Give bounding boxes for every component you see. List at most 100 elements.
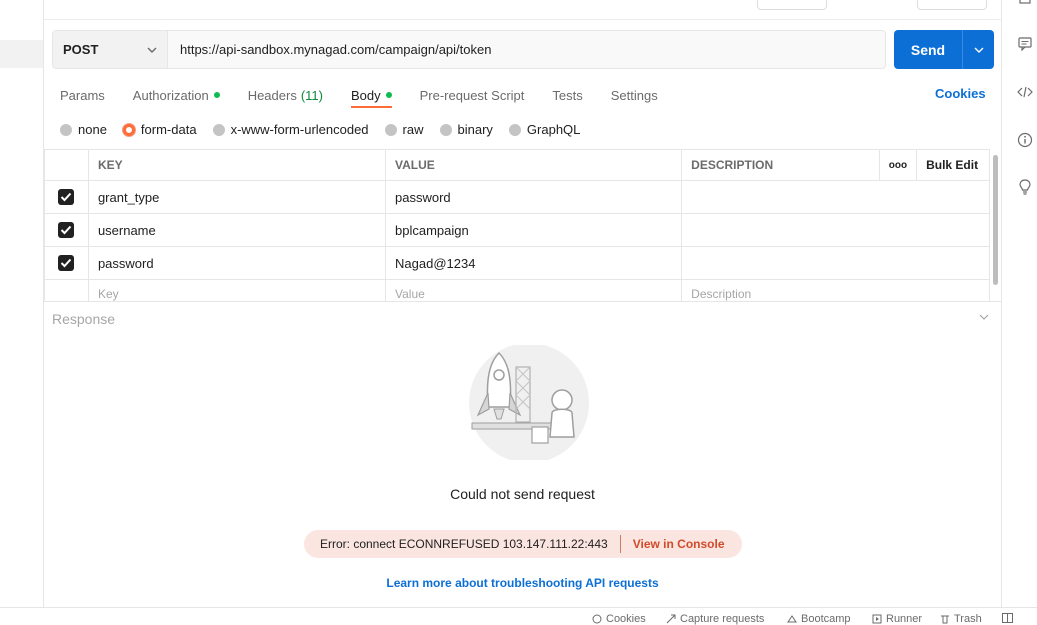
table-row: grant_type password (44, 180, 990, 214)
cookies-link[interactable]: Cookies (935, 86, 986, 101)
form-data-table: KEY VALUE DESCRIPTION ooo Bulk Edit gran… (44, 149, 990, 302)
table-row: password Nagad@1234 (44, 246, 990, 280)
radio-icon (60, 123, 72, 136)
value-cell[interactable]: password (385, 180, 683, 214)
tab-authorization[interactable]: Authorization (133, 85, 220, 105)
info-icon (1017, 132, 1033, 148)
send-options-button[interactable] (962, 30, 994, 69)
code-icon (1017, 86, 1033, 98)
column-header-key: KEY (87, 149, 387, 181)
status-bar: Cookies Capture requests Bootcamp Runner… (0, 607, 1037, 625)
radio-graphql[interactable]: GraphQL (508, 122, 580, 137)
view-in-console-link[interactable]: View in Console (633, 537, 725, 551)
learn-more-link[interactable]: Learn more about troubleshooting API req… (44, 576, 1001, 590)
chevron-down-icon (147, 47, 157, 53)
url-bar: POST https://api-sandbox.mynagad.com/cam… (52, 30, 886, 69)
request-panel: POST https://api-sandbox.mynagad.com/cam… (44, 0, 1001, 607)
radio-icon (384, 123, 397, 136)
more-options-button[interactable]: ooo (878, 149, 918, 181)
chevron-down-icon (979, 314, 989, 320)
url-input[interactable]: https://api-sandbox.mynagad.com/campaign… (168, 31, 885, 68)
value-cell[interactable]: bplcampaign (385, 213, 683, 247)
column-header-description: DESCRIPTION (681, 149, 880, 181)
tab-pre-request-script[interactable]: Pre-request Script (420, 85, 525, 105)
lightbulb-icon (1019, 179, 1031, 195)
checkmark-icon (60, 225, 72, 235)
bulk-edit-button[interactable]: Bulk Edit (916, 149, 990, 181)
save-button[interactable] (757, 0, 827, 10)
radio-icon (212, 123, 225, 136)
key-cell[interactable]: password (87, 246, 387, 280)
error-text: Error: connect ECONNREFUSED 103.147.111.… (320, 537, 608, 551)
key-cell[interactable]: grant_type (87, 180, 387, 214)
statusbar-trash[interactable]: Trash (940, 613, 982, 625)
layout-toggle-icon (1002, 613, 1013, 623)
tab-settings[interactable]: Settings (611, 85, 658, 105)
sidebar-selected-item[interactable] (0, 40, 43, 68)
column-header-value: VALUE (385, 149, 683, 181)
tab-body[interactable]: Body (350, 85, 392, 108)
share-button[interactable] (917, 0, 987, 10)
row-checkbox[interactable] (58, 255, 74, 271)
body-type-radios: none form-data x-www-form-urlencoded raw… (60, 122, 596, 137)
row-checkbox[interactable] (58, 222, 74, 238)
tab-params[interactable]: Params (60, 85, 105, 105)
radio-binary[interactable]: binary (439, 122, 493, 137)
statusbar-capture-requests[interactable]: Capture requests (666, 613, 764, 625)
lightbulb-icon[interactable] (1016, 178, 1034, 196)
layout-toggle-icon[interactable] (1002, 613, 1017, 623)
value-cell[interactable]: Nagad@1234 (385, 246, 683, 280)
scrollbar[interactable] (993, 155, 998, 285)
table-row: username bplcampaign (44, 213, 990, 247)
info-icon[interactable] (1016, 131, 1034, 149)
right-context-bar (1001, 0, 1037, 607)
response-header[interactable]: Response (44, 301, 1001, 335)
statusbar-runner[interactable]: Runner (872, 613, 922, 625)
radio-icon (508, 123, 521, 136)
request-tabs: Params Authorization Headers (11) Body Pr… (60, 85, 686, 108)
new-description-input[interactable]: Description (681, 279, 990, 302)
could-not-send-message: Could not send request (450, 486, 595, 502)
tab-tests[interactable]: Tests (552, 85, 582, 105)
code-icon[interactable] (1016, 83, 1034, 101)
rocket-illustration-icon (469, 345, 589, 460)
url-text: https://api-sandbox.mynagad.com/campaign… (180, 42, 492, 57)
table-header-row: KEY VALUE DESCRIPTION ooo Bulk Edit (44, 149, 990, 181)
checkmark-icon (60, 192, 72, 202)
headers-count: (11) (300, 87, 323, 103)
statusbar-bootcamp[interactable]: Bootcamp (787, 613, 851, 625)
row-checkbox[interactable] (58, 189, 74, 205)
send-label: Send (910, 41, 946, 58)
error-banner: Error: connect ECONNREFUSED 103.147.111.… (304, 530, 742, 558)
radio-selected-icon (122, 123, 135, 136)
new-value-input[interactable]: Value (385, 279, 683, 302)
radio-raw[interactable]: raw (384, 122, 424, 137)
comments-top-icon (1019, 0, 1031, 4)
description-cell[interactable] (681, 213, 990, 247)
comments-icon (1018, 37, 1032, 51)
new-key-input[interactable]: Key (87, 279, 387, 302)
method-select[interactable]: POST (53, 31, 168, 68)
comments-top-icon[interactable] (1016, 0, 1034, 10)
status-dot-icon (385, 92, 392, 98)
response-title: Response (52, 311, 116, 327)
radio-icon (439, 123, 452, 136)
checkmark-icon (60, 258, 72, 268)
separator (619, 535, 621, 553)
request-tab-strip (44, 0, 1001, 20)
description-cell[interactable] (681, 180, 990, 214)
key-cell[interactable]: username (87, 213, 387, 247)
send-button[interactable]: Send (894, 30, 994, 69)
description-cell[interactable] (681, 246, 990, 280)
table-row-new: Key Value Description (44, 279, 990, 302)
comments-icon[interactable] (1016, 35, 1034, 53)
radio-form-data[interactable]: form-data (122, 122, 197, 137)
statusbar-cookies[interactable]: Cookies (592, 613, 646, 625)
chevron-down-icon (974, 47, 983, 53)
method-label: POST (63, 42, 99, 57)
tab-headers[interactable]: Headers (11) (248, 85, 323, 105)
radio-x-www-form-urlencoded[interactable]: x-www-form-urlencoded (212, 122, 369, 137)
left-sidebar (0, 0, 44, 607)
radio-none[interactable]: none (60, 122, 107, 137)
status-dot-icon (213, 92, 220, 98)
